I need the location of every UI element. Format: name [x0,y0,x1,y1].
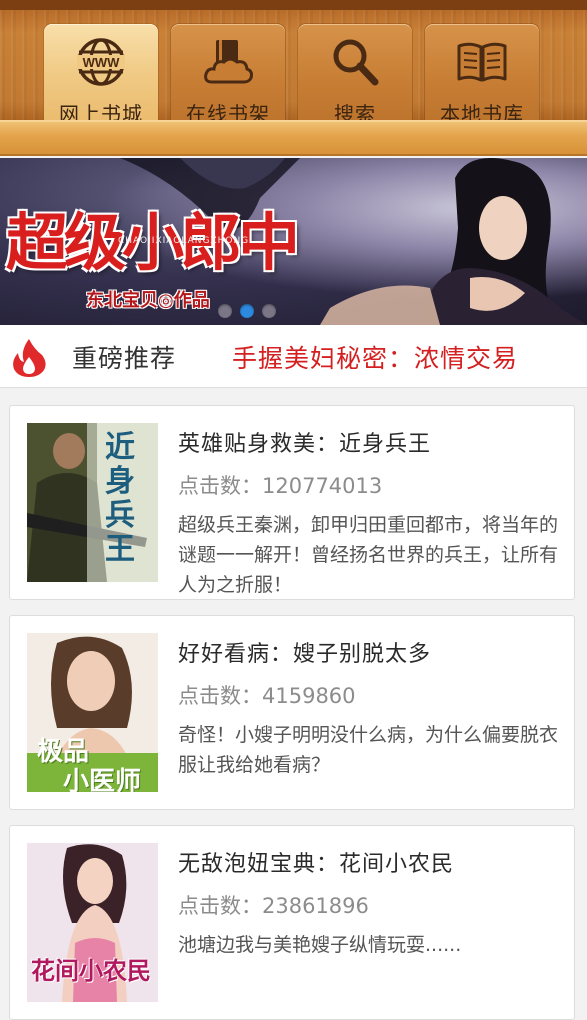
tab-search[interactable]: 搜索 [298,24,412,130]
cloud-book-icon [204,40,253,84]
book-cover-title: 近身兵王 [105,430,135,567]
book-click-count: 点击数：23861896 [178,894,369,918]
carousel-dot[interactable] [262,304,276,318]
open-book-icon [457,42,507,82]
fire-icon [13,339,46,377]
banner-pinyin: CHAOJIXIAOLANGZHONG [118,236,250,246]
carousel-indicator[interactable] [218,303,284,322]
book-card[interactable]: 极品 小医师 好好看病：嫂子别脱太多 点击数：4159860 奇怪！小嫂子明明没… [9,615,575,810]
globe-www-icon: WWW [77,38,125,86]
book-cover-title: 花间小农民 [31,956,151,985]
carousel-dot-active[interactable] [240,304,254,318]
banner-author: 东北宝贝◎作品 [86,290,210,311]
book-title[interactable]: 英雄贴身救美：近身兵王 [178,426,431,458]
tab-web-bookstore[interactable]: WWW 网上书城 [44,24,158,130]
book-card[interactable]: 近身兵王 英雄贴身救美：近身兵王 点击数：120774013 超级兵王秦渊，卸甲… [9,405,575,600]
featured-recommendation[interactable]: 重磅推荐 手握美妇秘密：浓情交易 [0,325,587,388]
shelf-divider [0,120,587,156]
book-click-count: 点击数：4159860 [178,684,356,708]
book-description: 超级兵王秦渊，卸甲归田重回都市，将当年的谜题一一解开！曾经扬名世界的兵王，让所有… [178,514,559,596]
tab-local-library[interactable]: 本地书库 [425,24,539,130]
book-title[interactable]: 好好看病：嫂子别脱太多 [178,636,431,668]
book-cover-subtitle: 小医师 [63,767,142,792]
book-title[interactable]: 无敌泡妞宝典：花间小农民 [178,846,454,878]
book-cover[interactable]: 近身兵王 [27,423,158,582]
promo-banner[interactable]: 超级小郎中 CHAOJIXIAOLANGZHONG 东北宝贝◎作品 [0,158,587,325]
search-icon [333,39,379,86]
svg-text:WWW: WWW [83,55,121,70]
book-cover[interactable]: 花间小农民 [27,843,158,1002]
top-toolbar: WWW 网上书城 在线书架 搜索 本地书库 [0,0,587,130]
recommend-headline-link[interactable]: 手握美妇秘密：浓情交易 [232,339,518,375]
book-click-count: 点击数：120774013 [178,474,383,498]
book-cover[interactable]: 极品 小医师 [27,633,158,792]
book-card[interactable]: 花间小农民 无敌泡妞宝典：花间小农民 点击数：23861896 池塘边我与美艳嫂… [9,825,575,1020]
carousel-dot[interactable] [218,304,232,318]
book-description: 奇怪！小嫂子明明没什么病，为什么偏要脱衣服让我给她看病？ [178,724,559,776]
tab-online-bookshelf[interactable]: 在线书架 [171,24,285,130]
recommend-heading: 重磅推荐 [72,344,177,373]
book-description: 池塘边我与美艳嫂子纵情玩耍...... [178,934,462,956]
